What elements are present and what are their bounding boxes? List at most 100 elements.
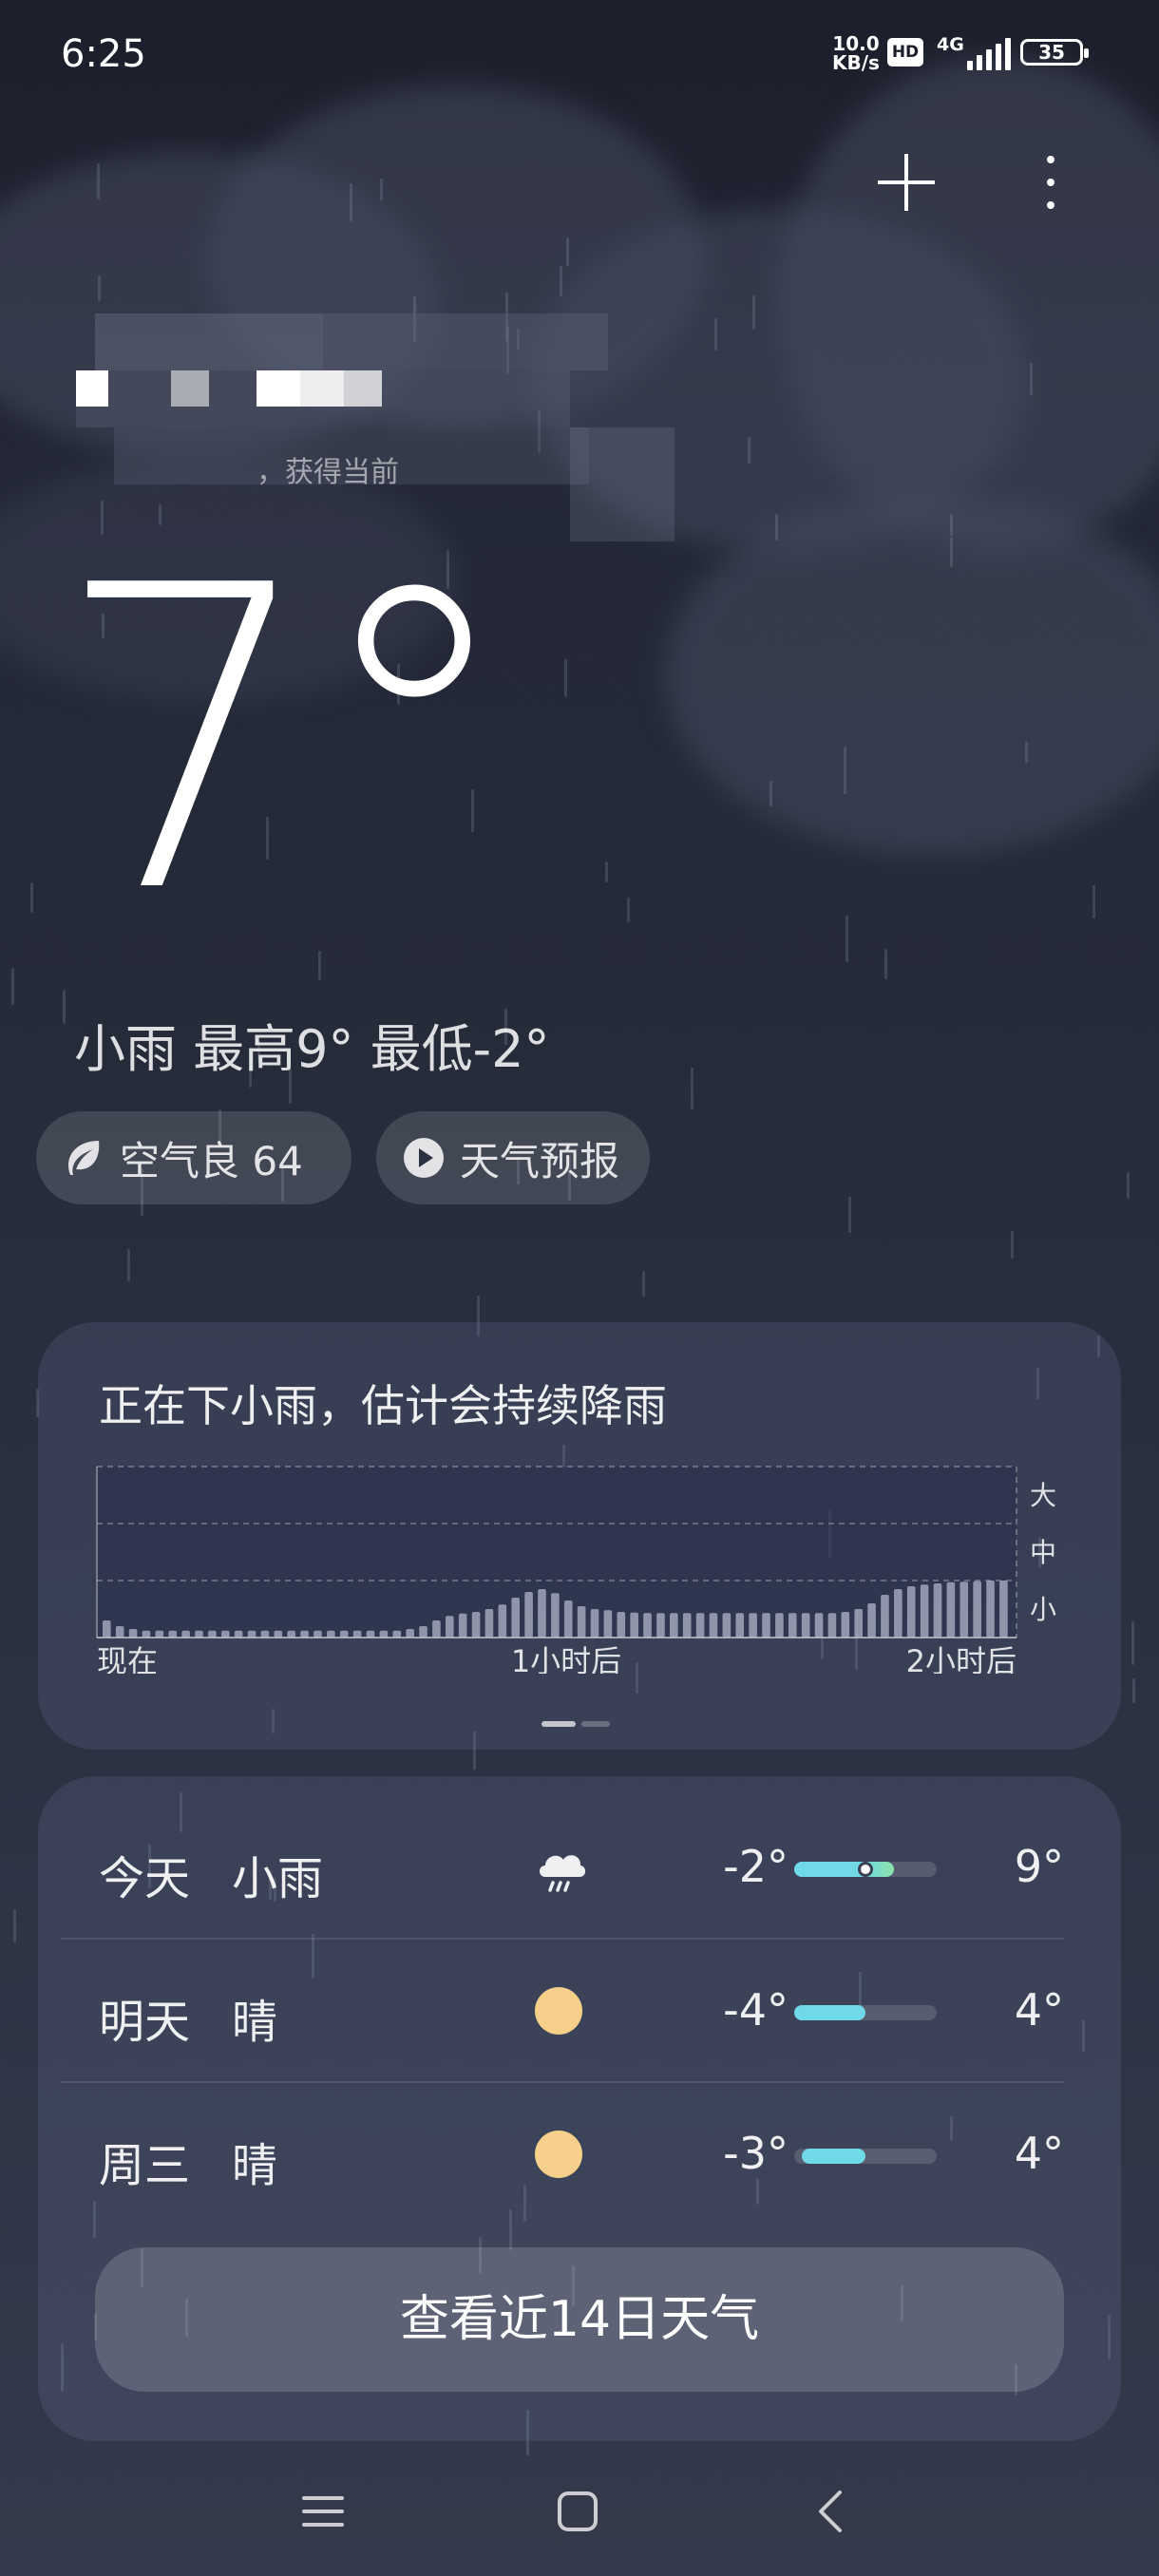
precipitation-card[interactable]: 正在下小雨，估计会持续降雨 大中小现在 1小时后 2小时后 <box>38 1322 1121 1750</box>
precipitation-bar <box>656 1613 665 1638</box>
rain-streak <box>1131 1621 1134 1665</box>
rain-streak <box>752 295 755 330</box>
rain-streak <box>560 266 562 296</box>
precipitation-bar <box>999 1581 1008 1638</box>
precipitation-bar <box>511 1598 521 1638</box>
precipitation-bar <box>379 1630 389 1638</box>
precipitation-bar <box>498 1604 507 1638</box>
precipitation-bar <box>220 1630 230 1638</box>
rain-streak <box>97 163 100 199</box>
chart-time-label: 现在 <box>97 1643 158 1674</box>
navigation-bar <box>0 2451 1159 2576</box>
network-type: 4G <box>937 34 964 55</box>
precipitation-bar <box>471 1612 481 1638</box>
forecast-low: -2° <box>723 1841 788 1892</box>
precipitation-bar <box>986 1581 995 1638</box>
location-title[interactable]: 者 <box>76 366 108 412</box>
forecast-day: 周三 <box>99 2139 191 2192</box>
temperature-range-fill <box>794 2005 865 2020</box>
rain-streak <box>11 968 14 1005</box>
precipitation-bar <box>524 1592 533 1638</box>
precipitation-bar <box>827 1613 837 1638</box>
air-quality-chip[interactable]: 空气良 64 <box>36 1111 352 1204</box>
rain-streak <box>748 437 750 464</box>
play-icon <box>403 1137 445 1179</box>
location-subtitle: ，获得当前 <box>256 456 399 489</box>
forecast-high: 4° <box>1014 2128 1064 2179</box>
precipitation-bar <box>894 1589 902 1638</box>
precipitation-bar <box>973 1581 981 1638</box>
rain-streak <box>566 237 569 266</box>
precipitation-bar <box>960 1582 969 1638</box>
precipitation-bar <box>314 1630 322 1638</box>
precipitation-bar <box>406 1629 414 1638</box>
current-temperature: 7° <box>53 498 519 984</box>
precipitation-bar <box>287 1630 295 1638</box>
precipitation-bar <box>458 1613 467 1638</box>
add-city-button[interactable] <box>876 152 937 213</box>
precipitation-bar <box>155 1630 164 1638</box>
precipitation-bar <box>643 1613 652 1638</box>
air-quality-label: 空气良 64 <box>120 1137 303 1184</box>
precipitation-bar <box>801 1613 810 1638</box>
precipitation-bar <box>327 1630 335 1638</box>
menu-icon[interactable] <box>300 2489 346 2534</box>
rain-streak <box>844 747 846 794</box>
daily-forecast-row[interactable]: 周三晴 -3° 4° <box>61 2082 1064 2225</box>
precipitation-bar <box>603 1610 613 1638</box>
more-options-button[interactable] <box>1036 152 1066 213</box>
rain-streak <box>13 1909 16 1942</box>
view-14-days-button[interactable]: 查看近14日天气 <box>95 2247 1064 2392</box>
chart-level-label: 小 <box>1030 1594 1056 1625</box>
temperature-range-fill <box>794 1862 894 1877</box>
daily-forecast-row[interactable]: 今天 小雨 -2° 9° <box>61 1795 1064 1938</box>
sun-icon <box>532 2128 585 2181</box>
rain-streak <box>98 275 101 301</box>
rain-streak <box>63 990 66 1024</box>
rain-streak <box>1011 1231 1014 1259</box>
precipitation-bar <box>709 1613 718 1638</box>
battery-icon: 35 <box>1020 39 1089 66</box>
precipitation-bar <box>906 1586 916 1638</box>
rain-streak <box>642 1271 645 1297</box>
rain-streak <box>380 179 383 200</box>
rain-cloud-icon <box>532 1841 586 1894</box>
forecast-high: 9° <box>1014 1841 1064 1892</box>
signal-icon <box>963 38 1011 70</box>
precipitation-bar <box>392 1630 402 1638</box>
precipitation-bar <box>142 1630 151 1638</box>
chart-time-label: 2小时后 <box>906 1643 1016 1674</box>
rain-streak <box>1092 885 1095 919</box>
weather-summary: 小雨 最高9° 最低-2° <box>74 1019 550 1079</box>
sun-icon <box>532 1984 585 2037</box>
precipitation-bar <box>366 1630 375 1638</box>
chart-time-label: 1小时后 <box>511 1643 621 1674</box>
rain-streak <box>30 882 33 913</box>
chart-level-label: 大 <box>1030 1480 1056 1511</box>
rain-streak <box>1030 363 1033 395</box>
status-time: 6:25 <box>61 32 146 76</box>
rain-streak <box>775 514 778 540</box>
forecast-video-chip[interactable]: 天气预报 <box>376 1111 650 1204</box>
precipitation-bar <box>814 1613 824 1638</box>
chart-level-label: 中 <box>1030 1537 1056 1568</box>
precipitation-bar <box>234 1630 243 1638</box>
precipitation-bar <box>854 1609 863 1638</box>
temperature-range-bar <box>794 2149 937 2164</box>
home-icon[interactable] <box>555 2489 600 2534</box>
back-icon[interactable] <box>809 2489 855 2534</box>
forecast-condition: 小雨 <box>232 1852 324 1905</box>
forecast-condition: 晴 <box>232 1996 278 2049</box>
rain-streak <box>846 916 848 962</box>
precipitation-bar <box>841 1612 850 1638</box>
forecast-video-label: 天气预报 <box>460 1137 620 1184</box>
forecast-low: -3° <box>723 2128 788 2179</box>
rain-streak <box>627 898 630 922</box>
precipitation-bar <box>339 1630 349 1638</box>
precipitation-bar <box>115 1626 124 1638</box>
precipitation-bar <box>788 1613 797 1638</box>
precipitation-bar <box>419 1626 428 1638</box>
precipitation-bar <box>577 1606 586 1638</box>
forecast-condition: 晴 <box>232 2139 278 2192</box>
daily-forecast-row[interactable]: 明天晴 -4° 4° <box>61 1939 1064 2081</box>
